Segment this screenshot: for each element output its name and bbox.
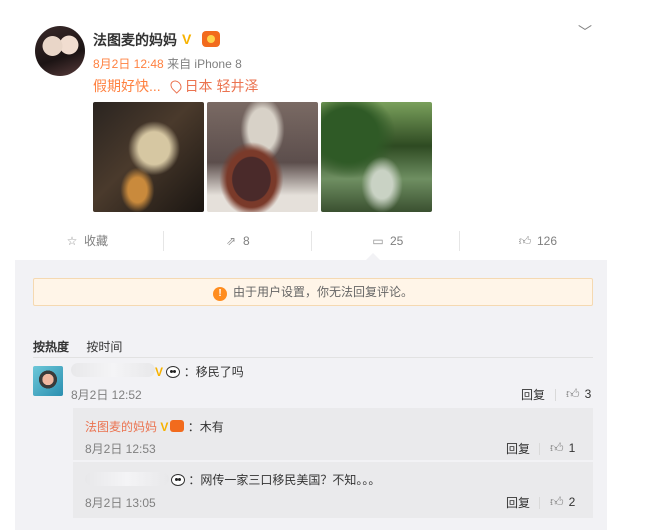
author-avatar[interactable] [35,26,85,76]
divider [539,443,540,455]
repost-count: 8 [243,234,250,248]
comment-pointer [366,253,380,260]
reply-text: ：木有 [187,420,224,434]
reply-button[interactable]: 回复 [506,494,530,511]
forest-stream-photo[interactable] [321,102,432,212]
reply-like-count: 1 [568,441,576,455]
comment-like-button[interactable]: 👍︎ 3 [566,386,591,402]
comment-like-count: 3 [584,387,592,401]
warning-icon: ! [212,287,227,301]
reply-button[interactable]: 回复 [506,440,530,457]
sort-by-time[interactable]: 按时间 [86,340,122,354]
favorite-label: 收藏 [84,234,109,248]
favorite-button[interactable]: ☆ 收藏 [65,229,108,253]
chevron-down-icon[interactable]: ﹀ [578,22,594,40]
sort-by-hot[interactable]: 按热度 [33,340,69,354]
reply-like-button[interactable]: 👍︎ 2 [550,494,575,510]
reply-date: 8月2日 12:53 [85,442,156,456]
divider [311,231,312,251]
reply-body: ：网传一家三口移民美国？不知。。。 [171,471,380,488]
commenter-avatar[interactable] [33,366,63,396]
location-label: 日本 轻井泽 [184,78,259,94]
divider [555,389,556,401]
star-icon: ☆ [66,234,78,248]
medal-icon [170,420,185,432]
comment-text: ：移民了吗 [183,365,244,379]
reply-disabled-notice: ! 由于用户设置，你无法回复评论。 [33,278,593,306]
divider [33,357,593,358]
thumb-up-icon: 👍︎ [518,234,532,248]
commenter-name-blurred[interactable] [71,363,155,377]
reply-date: 8月2日 13:05 [85,496,156,510]
repost-button[interactable]: ⇗ 8 [224,229,250,253]
comment-button[interactable]: ▭ 25 [371,229,403,253]
like-button[interactable]: 👍︎ 126 [518,229,557,253]
comment-icon: ▭ [372,234,384,248]
location-pin-icon [167,78,184,94]
location-link[interactable]: 日本 轻井泽 [167,78,259,94]
notice-text: 由于用户设置，你无法回复评论。 [232,285,413,299]
verified-icon: V [155,365,164,379]
post-date[interactable]: 8月2日 12:48 [93,57,164,71]
like-count: 126 [537,234,558,248]
panda-emoji-icon [166,366,181,378]
post-text-content[interactable]: 假期好快... [93,78,161,94]
comment-body: V ：移民了吗 [155,363,244,380]
medal-icon[interactable] [202,31,220,47]
author-name[interactable]: 法图麦的妈妈 [93,30,177,50]
comment-count: 25 [390,234,404,248]
verified-icon: V [182,31,192,47]
post-meta: 8月2日 12:48 来自 iPhone 8 [93,55,242,72]
action-bar: ☆ 收藏 ⇗ 8 ▭ 25 👍︎ 126 [15,229,607,253]
reply-like-button[interactable]: 👍︎ 1 [550,440,575,456]
divider [163,231,164,251]
divider [459,231,460,251]
thumb-up-icon: 👍︎ [566,386,580,401]
reply-like-count: 2 [568,495,576,509]
thumb-up-icon: 👍︎ [550,494,564,509]
panda-emoji-icon [171,474,185,486]
comment-date: 8月2日 12:52 [71,388,142,402]
reply-button[interactable]: 回复 [521,386,545,403]
verified-icon: V [160,420,169,434]
divider [539,497,540,509]
food-dish-photo[interactable] [93,102,204,212]
reply-author-blurred[interactable] [85,472,169,486]
comment-sort: 按热度 按时间 [33,338,122,355]
restaurant-table-photo[interactable] [207,102,318,212]
post-text: 假期好快... 日本 轻井泽 [93,76,258,96]
thumb-up-icon: 👍︎ [550,440,564,455]
post-source: 来自 iPhone 8 [167,57,242,71]
reply-body: 法图麦的妈妈 V ：木有 [85,418,224,435]
repost-icon: ⇗ [225,234,237,248]
weibo-post-card: 法图麦的妈妈 V ﹀ 8月2日 12:48 来自 iPhone 8 假期好快..… [15,0,607,530]
reply-author[interactable]: 法图麦的妈妈 [85,420,157,434]
reply-text: ：网传一家三口移民美国？不知。。。 [188,473,381,487]
